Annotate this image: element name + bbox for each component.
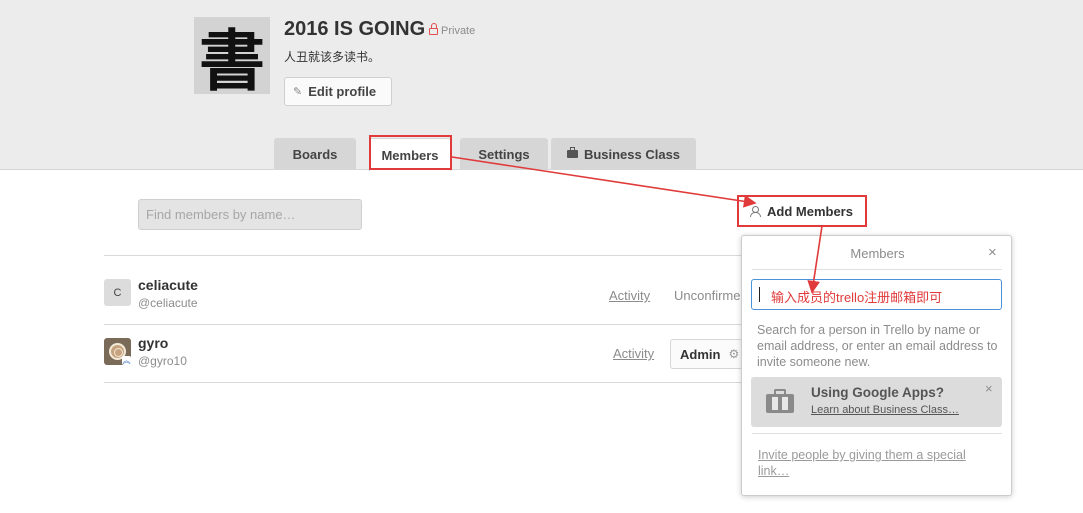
lock-icon bbox=[429, 23, 438, 35]
tab-label: Members bbox=[381, 147, 439, 163]
org-avatar: 書 bbox=[194, 17, 270, 100]
close-icon[interactable]: × bbox=[985, 381, 993, 396]
briefcase-icon bbox=[566, 147, 578, 158]
org-title: 2016 IS GOING bbox=[284, 18, 426, 40]
tab-business-class[interactable]: Business Class bbox=[551, 138, 696, 170]
edit-profile-label: Edit profile bbox=[308, 84, 377, 99]
member-avatar[interactable]: C bbox=[104, 279, 131, 306]
tab-label: Business Class bbox=[583, 146, 681, 162]
member-role-button[interactable]: Admin ⚙ bbox=[670, 339, 742, 369]
member-username: @gyro10 bbox=[138, 354, 187, 368]
search-members-input[interactable] bbox=[138, 199, 362, 230]
business-class-link[interactable]: Learn about Business Class… bbox=[811, 404, 959, 416]
list-divider bbox=[104, 382, 741, 383]
add-members-popover: Members × 输入成员的trello注册邮箱即可 Search for a… bbox=[741, 235, 1012, 496]
member-activity-link[interactable]: Activity bbox=[609, 288, 650, 303]
member-activity-link[interactable]: Activity bbox=[613, 346, 654, 361]
close-icon[interactable]: × bbox=[988, 244, 997, 261]
tab-settings[interactable]: Settings bbox=[460, 138, 548, 170]
popover-title: Members bbox=[850, 246, 905, 261]
edit-profile-button[interactable]: ✎ Edit profile bbox=[284, 77, 392, 106]
tab-members[interactable]: Members bbox=[369, 138, 451, 171]
annotation-text: 输入成员的trello注册邮箱即可 bbox=[771, 290, 943, 305]
add-members-label: Add Members bbox=[767, 203, 853, 219]
tab-label: Boards bbox=[292, 146, 338, 162]
member-name[interactable]: gyro bbox=[138, 335, 168, 351]
google-apps-title: Using Google Apps? bbox=[811, 385, 944, 400]
add-members-button[interactable]: Add Members bbox=[740, 197, 867, 225]
tab-label: Settings bbox=[478, 146, 530, 162]
person-icon bbox=[750, 206, 761, 217]
visibility-label: Private bbox=[441, 25, 476, 37]
pencil-icon: ✎ bbox=[293, 86, 303, 98]
google-apps-banner: Using Google Apps? Learn about Business … bbox=[751, 377, 1002, 427]
popover-help-text: Search for a person in Trello by name or… bbox=[757, 323, 998, 369]
popover-divider bbox=[752, 269, 1002, 270]
list-divider bbox=[104, 324, 741, 325]
role-label: Admin bbox=[680, 346, 721, 362]
member-status: Unconfirmed bbox=[674, 288, 740, 303]
text-caret bbox=[759, 287, 760, 302]
visibility-badge: Private bbox=[429, 23, 476, 37]
org-description: 人丑就该多读书。 bbox=[284, 50, 381, 64]
briefcase-icon bbox=[766, 389, 794, 413]
member-name[interactable]: celiacute bbox=[138, 277, 198, 293]
tab-boards[interactable]: Boards bbox=[274, 138, 356, 170]
popover-divider bbox=[752, 433, 1002, 434]
member-username: @celiacute bbox=[138, 296, 198, 310]
gear-icon: ⚙ bbox=[728, 347, 740, 361]
invite-link[interactable]: Invite people by giving them a special l… bbox=[758, 447, 998, 479]
list-divider bbox=[104, 255, 741, 256]
member-email-input[interactable]: 输入成员的trello注册邮箱即可 bbox=[751, 279, 1002, 310]
admin-chevron-icon: ︽ bbox=[122, 356, 131, 365]
